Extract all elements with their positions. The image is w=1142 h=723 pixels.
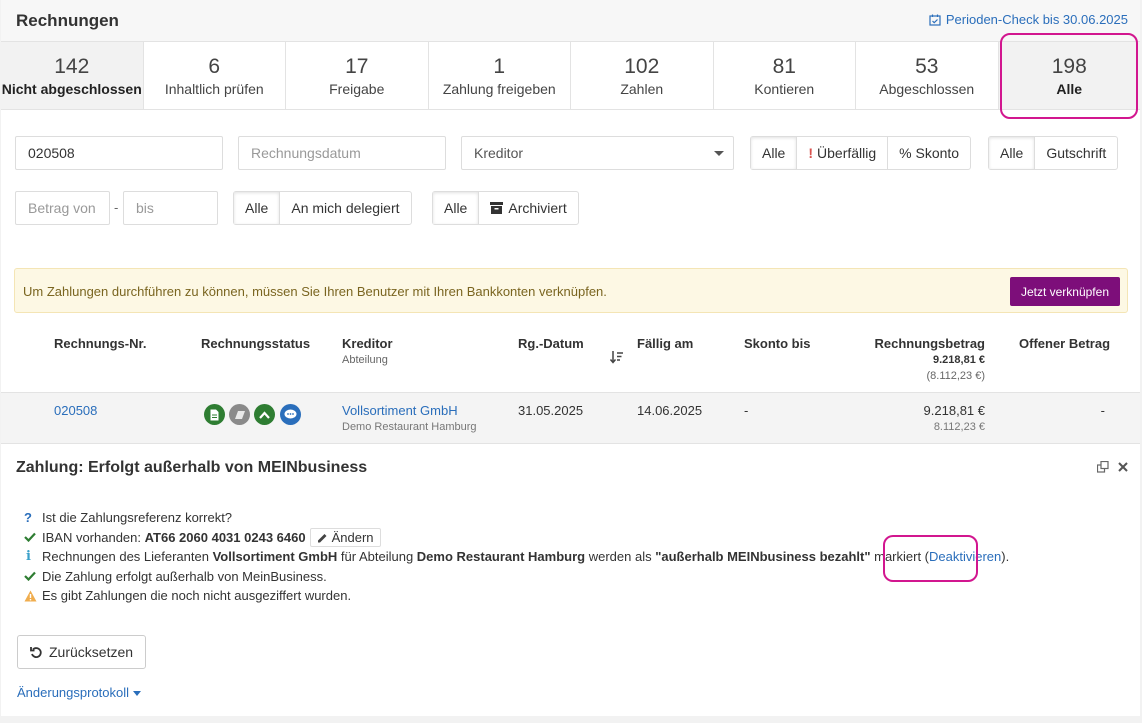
status-tabs: 142 Nicht abgeschlossen 6 Inhaltlich prüfe… bbox=[1, 42, 1140, 110]
delegate-filter-all-button[interactable]: Alle bbox=[234, 192, 281, 224]
tab-inhaltlich-pruefen[interactable]: 6 Inhaltlich prüfen bbox=[144, 42, 286, 109]
discount-cell: - bbox=[744, 403, 749, 418]
deactivate-highlight bbox=[883, 535, 978, 582]
calendar-check-icon bbox=[929, 14, 941, 26]
change-iban-button[interactable]: Ändern bbox=[309, 527, 381, 547]
checklist-item-iban: IBAN vorhanden: AT66 2060 4031 0243 6460… bbox=[24, 527, 1009, 548]
tab-nicht-abgeschlossen[interactable]: 142 Nicht abgeschlossen bbox=[1, 42, 144, 109]
col-header-status[interactable]: Rechnungsstatus bbox=[201, 336, 310, 351]
invoice-number-link[interactable]: 020508 bbox=[54, 403, 97, 418]
comment-status-icon[interactable] bbox=[280, 404, 301, 425]
archive-filter-group: Alle Archiviert bbox=[432, 191, 579, 225]
due-filter-overdue-button[interactable]: ! Überfällig bbox=[797, 137, 889, 169]
due-date-cell: 14.06.2025 bbox=[637, 403, 703, 418]
checklist-item-external: Die Zahlung erfolgt außerhalb von MeinBu… bbox=[24, 567, 1009, 587]
close-icon[interactable] bbox=[1118, 461, 1128, 473]
pencil-icon bbox=[317, 533, 327, 543]
info-icon: i bbox=[26, 549, 31, 565]
tab-abgeschlossen[interactable]: 53 Abgeschlossen bbox=[856, 42, 999, 109]
archive-filter-archived-button[interactable]: Archiviert bbox=[479, 192, 577, 224]
check-icon bbox=[24, 532, 42, 543]
creditor-select[interactable]: Kreditor bbox=[461, 136, 734, 170]
col-header-amount-net: (8.112,23 €) bbox=[926, 370, 985, 382]
open-amount-cell: - bbox=[1100, 403, 1105, 418]
checklist-item-warning: Es gibt Zahlungen die noch nicht ausgezi… bbox=[24, 586, 1009, 606]
type-filter-group: Alle Gutschrift bbox=[988, 136, 1119, 170]
col-header-open[interactable]: Offener Betrag bbox=[1019, 336, 1110, 351]
col-header-discount[interactable]: Skonto bis bbox=[744, 336, 810, 351]
col-header-department: Abteilung bbox=[342, 354, 388, 366]
alert-text: Um Zahlungen durchführen zu können, müss… bbox=[23, 284, 607, 299]
tab-kontieren[interactable]: 81 Kontieren bbox=[714, 42, 856, 109]
warning-icon bbox=[24, 590, 42, 602]
due-filter-all-button[interactable]: Alle bbox=[751, 137, 798, 169]
undo-icon bbox=[30, 646, 42, 658]
payment-checklist: ? Ist die Zahlungsreferenz korrekt? IBAN… bbox=[24, 508, 1009, 606]
chevron-down-icon bbox=[714, 151, 724, 156]
col-header-date[interactable]: Rg.-Datum bbox=[518, 336, 584, 351]
eraser-status-icon[interactable] bbox=[229, 404, 250, 425]
delegate-filter-mine-button[interactable]: An mich delegiert bbox=[280, 192, 410, 224]
approve-status-icon[interactable] bbox=[254, 404, 275, 425]
detail-actions bbox=[1097, 461, 1128, 473]
col-header-amount-total: 9.218,81 € bbox=[933, 354, 985, 366]
change-log-link[interactable]: Änderungsprotokoll bbox=[17, 685, 141, 700]
amount-from-input[interactable]: Betrag von bbox=[15, 191, 110, 225]
question-icon: ? bbox=[24, 510, 32, 526]
tab-alle-highlight bbox=[1000, 33, 1138, 119]
checklist-item-reference: ? Ist die Zahlungsreferenz korrekt? bbox=[24, 510, 233, 526]
period-check-link[interactable]: Perioden-Check bis 30.06.2025 bbox=[929, 12, 1128, 27]
tab-freigabe[interactable]: 17 Freigabe bbox=[286, 42, 429, 109]
tab-zahlen[interactable]: 102 Zahlen bbox=[571, 42, 714, 109]
col-header-amount[interactable]: Rechnungsbetrag bbox=[874, 336, 985, 351]
document-status-icon[interactable] bbox=[204, 404, 225, 425]
archive-filter-all-button[interactable]: Alle bbox=[433, 192, 480, 224]
amount-net-cell: 8.112,23 € bbox=[933, 421, 985, 433]
archive-icon bbox=[490, 202, 504, 214]
sort-desc-icon[interactable] bbox=[610, 351, 624, 364]
creditor-link[interactable]: Vollsortiment GmbH bbox=[342, 403, 458, 418]
type-filter-all-button[interactable]: Alle bbox=[989, 137, 1036, 169]
due-filter-group: Alle ! Überfällig % Skonto bbox=[750, 136, 972, 170]
reset-button[interactable]: Zurücksetzen bbox=[17, 635, 147, 669]
amount-range-separator: - bbox=[114, 200, 119, 215]
due-filter-discount-button[interactable]: % Skonto bbox=[888, 137, 970, 169]
exclamation-icon: ! bbox=[808, 145, 814, 161]
link-bank-button[interactable]: Jetzt verknüpfen bbox=[1009, 277, 1120, 306]
invoice-date-input[interactable]: Rechnungsdatum bbox=[238, 136, 446, 170]
invoice-number-input[interactable]: 020508 bbox=[15, 136, 223, 170]
check-icon bbox=[24, 571, 42, 582]
panel-header: Rechnungen Perioden-Check bis 30.06.2025 bbox=[1, 0, 1140, 42]
col-header-creditor[interactable]: Kreditor bbox=[342, 336, 393, 351]
invoices-panel: Rechnungen Perioden-Check bis 30.06.2025… bbox=[1, 0, 1140, 716]
page-title: Rechnungen bbox=[16, 11, 119, 30]
type-filter-credit-button[interactable]: Gutschrift bbox=[1035, 137, 1117, 169]
checklist-item-info: i Rechnungen des Lieferanten Vollsortime… bbox=[26, 549, 1010, 565]
amount-to-input[interactable]: bis bbox=[123, 191, 218, 225]
col-header-due[interactable]: Fällig am bbox=[637, 336, 693, 351]
department-text: Demo Restaurant Hamburg bbox=[342, 421, 477, 433]
popout-icon[interactable] bbox=[1097, 461, 1109, 473]
col-header-number[interactable]: Rechnungs-Nr. bbox=[54, 336, 146, 351]
invoice-date-cell: 31.05.2025 bbox=[518, 403, 584, 418]
bank-link-alert: Um Zahlungen durchführen zu können, müss… bbox=[14, 268, 1128, 313]
iban-value: AT66 2060 4031 0243 6460 bbox=[144, 529, 306, 545]
amount-cell: 9.218,81 € bbox=[923, 403, 985, 418]
table-row[interactable]: 020508 Vollsortiment GmbH Demo Restauran… bbox=[1, 392, 1140, 444]
tab-zahlung-freigeben[interactable]: 1 Zahlung freigeben bbox=[429, 42, 571, 109]
caret-down-icon bbox=[132, 691, 141, 697]
detail-title: Zahlung: Erfolgt außerhalb von MEINbusin… bbox=[16, 459, 368, 476]
delegate-filter-group: Alle An mich delegiert bbox=[233, 191, 412, 225]
